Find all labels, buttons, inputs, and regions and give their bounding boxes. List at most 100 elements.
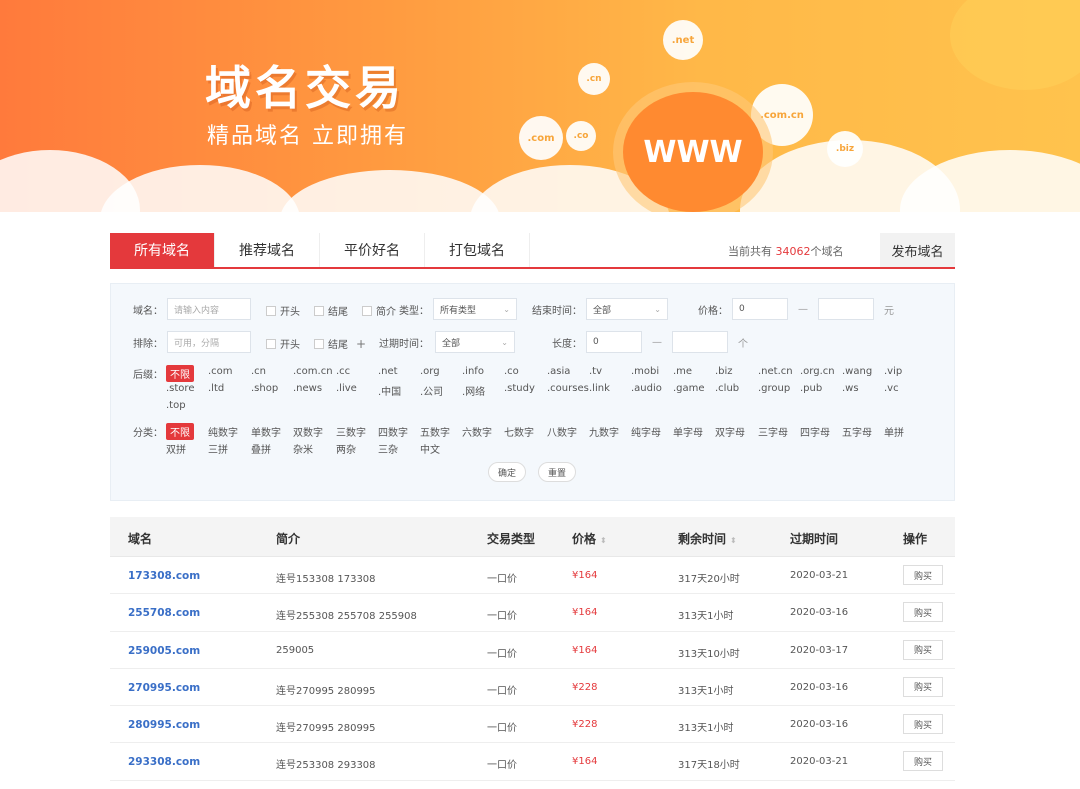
suffix-tag[interactable]: .store — [166, 383, 194, 394]
col-price[interactable]: 价格 ⬍ — [572, 530, 607, 547]
length-min-input[interactable]: 0 — [586, 331, 642, 353]
category-tag[interactable]: 八数字 — [547, 424, 577, 439]
suffix-tag[interactable]: .group — [758, 383, 790, 394]
category-tag[interactable]: 叠拼 — [251, 441, 271, 456]
category-tag[interactable]: 九数字 — [589, 424, 619, 439]
suffix-tag[interactable]: .com.cn — [293, 366, 333, 377]
domain-link[interactable]: 255708.com — [128, 607, 200, 619]
domain-link[interactable]: 293308.com — [128, 756, 200, 768]
start-checkbox[interactable]: 开头 — [266, 303, 300, 318]
category-tag[interactable]: 杂米 — [293, 441, 313, 456]
domain-link[interactable]: 270995.com — [128, 682, 200, 694]
suffix-tag[interactable]: .wang — [842, 366, 872, 377]
col-remaining[interactable]: 剩余时间 ⬍ — [678, 530, 737, 547]
suffix-tag[interactable]: .me — [673, 366, 692, 377]
length-max-input[interactable] — [672, 331, 728, 353]
category-tag[interactable]: 六数字 — [462, 424, 492, 439]
category-tag[interactable]: 三杂 — [378, 441, 398, 456]
suffix-tag[interactable]: .shop — [251, 383, 278, 394]
price-min-input[interactable]: 0 — [732, 298, 788, 320]
category-tag[interactable]: 四字母 — [800, 424, 830, 439]
buy-button[interactable]: 购买 — [903, 602, 943, 623]
category-tag[interactable]: 四数字 — [378, 424, 408, 439]
suffix-tag[interactable]: .game — [673, 383, 705, 394]
suffix-tag[interactable]: .news — [293, 383, 322, 394]
reset-button[interactable]: 重置 — [538, 462, 576, 482]
category-tag[interactable]: 中文 — [420, 441, 440, 456]
domain-search-input[interactable]: 请输入内容 — [167, 298, 251, 320]
suffix-tag[interactable]: .net.cn — [758, 366, 793, 377]
end-checkbox[interactable]: 结尾 — [314, 303, 348, 318]
suffix-tag[interactable]: .club — [715, 383, 739, 394]
endtime-select[interactable]: 全部 ⌄ — [586, 298, 668, 320]
category-tag[interactable]: 单字母 — [673, 424, 703, 439]
category-tag[interactable]: 双数字 — [293, 424, 323, 439]
endtime-value: 全部 — [593, 305, 612, 316]
expire-select[interactable]: 全部 ⌄ — [435, 331, 515, 353]
suffix-tag[interactable]: .biz — [715, 366, 733, 377]
domain-link[interactable]: 173308.com — [128, 570, 200, 582]
category-tag[interactable]: 双字母 — [715, 424, 745, 439]
suffix-tag[interactable]: .vip — [884, 366, 902, 377]
exclude-end-checkbox[interactable]: 结尾 — [314, 336, 348, 351]
suffix-tag[interactable]: .net — [378, 366, 398, 377]
domain-link[interactable]: 280995.com — [128, 719, 200, 731]
buy-button[interactable]: 购买 — [903, 676, 943, 697]
suffix-tag[interactable]: .vc — [884, 383, 899, 394]
suffix-tag[interactable]: .pub — [800, 383, 822, 394]
buy-button[interactable]: 购买 — [903, 751, 943, 772]
intro-checkbox[interactable]: 简介 — [362, 303, 396, 318]
exclude-start-checkbox[interactable]: 开头 — [266, 336, 300, 351]
suffix-tag[interactable]: .asia — [547, 366, 570, 377]
category-tag[interactable]: 纯字母 — [631, 424, 661, 439]
category-tag[interactable]: 双拼 — [166, 441, 186, 456]
suffix-tag[interactable]: .ltd — [208, 383, 224, 394]
category-tag[interactable]: 两杂 — [336, 441, 356, 456]
publish-domain-button[interactable]: 发布域名 — [880, 233, 955, 267]
category-tag[interactable]: 单数字 — [251, 424, 281, 439]
category-tag[interactable]: 五字母 — [842, 424, 872, 439]
suffix-tag[interactable]: .study — [504, 383, 535, 394]
category-tag[interactable]: 七数字 — [504, 424, 534, 439]
category-tag[interactable]: 纯数字 — [208, 424, 238, 439]
tab-bundle[interactable]: 打包域名 — [425, 233, 530, 267]
suffix-tag[interactable]: .top — [166, 400, 186, 411]
suffix-tag[interactable]: .org.cn — [800, 366, 835, 377]
suffix-tag[interactable]: .org — [420, 366, 440, 377]
suffix-tag[interactable]: .info — [462, 366, 484, 377]
exclude-input[interactable]: 可用，分隔 — [167, 331, 251, 353]
category-tag[interactable]: 三拼 — [208, 441, 228, 456]
suffix-tag[interactable]: .mobi — [631, 366, 659, 377]
category-tag[interactable]: 不限 — [166, 423, 194, 440]
buy-button[interactable]: 购买 — [903, 639, 943, 660]
buy-button[interactable]: 购买 — [903, 714, 943, 735]
price-dash: — — [798, 303, 808, 315]
suffix-tag[interactable]: .live — [336, 383, 357, 394]
price-max-input[interactable] — [818, 298, 874, 320]
category-tag[interactable]: 三字母 — [758, 424, 788, 439]
suffix-tag[interactable]: .cc — [336, 366, 350, 377]
suffix-tag[interactable]: .co — [504, 366, 519, 377]
confirm-button[interactable]: 确定 — [488, 462, 526, 482]
suffix-tag[interactable]: .ws — [842, 383, 859, 394]
suffix-tag[interactable]: .cn — [251, 366, 266, 377]
buy-button[interactable]: 购买 — [903, 565, 943, 585]
category-tag[interactable]: 单拼 — [884, 424, 904, 439]
suffix-tag[interactable]: .courses — [547, 383, 589, 394]
suffix-tag[interactable]: .网络 — [462, 383, 485, 398]
suffix-tag[interactable]: .com — [208, 366, 233, 377]
tab-affordable[interactable]: 平价好名 — [320, 233, 425, 267]
suffix-tag[interactable]: .中国 — [378, 383, 401, 398]
tab-recommended[interactable]: 推荐域名 — [215, 233, 320, 267]
suffix-tag[interactable]: 不限 — [166, 365, 194, 382]
suffix-tag[interactable]: .tv — [589, 366, 602, 377]
tab-all-domains[interactable]: 所有域名 — [110, 233, 215, 267]
suffix-tag[interactable]: .link — [589, 383, 610, 394]
suffix-tag[interactable]: .audio — [631, 383, 662, 394]
add-exclude-button[interactable]: + — [356, 337, 366, 351]
category-tag[interactable]: 三数字 — [336, 424, 366, 439]
suffix-tag[interactable]: .公司 — [420, 383, 443, 398]
type-select[interactable]: 所有类型 ⌄ — [433, 298, 517, 320]
category-tag[interactable]: 五数字 — [420, 424, 450, 439]
domain-link[interactable]: 259005.com — [128, 645, 200, 657]
